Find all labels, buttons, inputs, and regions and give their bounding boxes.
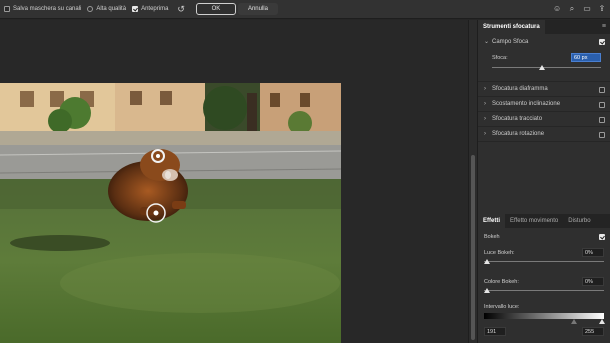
blur-item-checkbox[interactable] xyxy=(599,87,605,93)
light-range-label: Intervallo luce: xyxy=(484,304,520,310)
ok-button[interactable]: OK xyxy=(195,3,236,15)
blur-slider-thumb[interactable] xyxy=(539,65,545,70)
effects-tabbar: Effetti Effetto movimento Disturbo xyxy=(478,214,610,228)
color-bokeh-track[interactable] xyxy=(484,290,604,291)
blur-slider-track[interactable] xyxy=(492,67,601,68)
save-mask-box[interactable] xyxy=(4,6,10,12)
share-icon[interactable]: ⇪ xyxy=(598,3,606,15)
cancel-button[interactable]: Annulla xyxy=(237,3,278,15)
effects-body: Bokeh Luce Bokeh: 0% Colore Bokeh: 0% In… xyxy=(478,228,610,343)
field-blur-label: Campo Sfoca xyxy=(492,38,529,45)
chevron-right-icon[interactable]: › xyxy=(484,86,492,92)
light-bokeh-track[interactable] xyxy=(484,261,604,262)
effects-panel: Effetti Effetto movimento Disturbo Bokeh… xyxy=(477,214,610,343)
blur-amount-label: Sfoca: xyxy=(492,55,508,61)
blur-item-spin[interactable]: › Sfocatura rotazione xyxy=(478,127,610,142)
chevron-down-icon[interactable]: ⌄ xyxy=(484,38,492,45)
field-blur-checkbox[interactable] xyxy=(599,39,605,45)
high-quality-label: Alta qualità xyxy=(96,6,127,12)
light-range-low-thumb[interactable] xyxy=(571,319,577,324)
color-bokeh-thumb[interactable] xyxy=(484,288,490,293)
high-quality-checkbox[interactable]: Alta qualità xyxy=(87,6,126,12)
tab-noise[interactable]: Disturbo xyxy=(563,214,595,228)
blur-item-iris[interactable]: › Sfocatura diaframma xyxy=(478,82,610,97)
save-mask-label: Salva maschera su canali xyxy=(13,6,82,12)
blur-item-path[interactable]: › Sfocatura tracciato xyxy=(478,112,610,127)
chevron-right-icon[interactable]: › xyxy=(484,131,492,137)
save-mask-checkbox[interactable]: Salva maschera su canali xyxy=(4,6,81,12)
blur-item-checkbox[interactable] xyxy=(599,132,605,138)
blur-item-checkbox[interactable] xyxy=(599,102,605,108)
preview-checkbox[interactable]: Anteprima xyxy=(132,6,168,12)
light-bokeh-label: Luce Bokeh: xyxy=(484,250,515,256)
tab-blur-tools[interactable]: Strumenti sfocatura xyxy=(478,20,545,34)
blur-item-tilt-shift[interactable]: › Scostamento inclinazione xyxy=(478,97,610,112)
light-bokeh-input[interactable]: 0% xyxy=(582,248,604,257)
color-bokeh-input[interactable]: 0% xyxy=(582,277,604,286)
field-blur-section: ⌄ Campo Sfoca Sfoca: 60 px xyxy=(478,34,610,82)
blur-tools-panel: Strumenti sfocatura ≡ ⌄ Campo Sfoca Sfoc… xyxy=(477,20,610,218)
bokeh-label: Bokeh xyxy=(484,234,500,240)
blur-amount-input[interactable]: 60 px xyxy=(571,53,601,62)
field-blur-header[interactable]: ⌄ Campo Sfoca xyxy=(478,34,610,49)
scroll-thumb[interactable] xyxy=(471,155,475,340)
user-icon[interactable]: ☺ xyxy=(553,3,561,15)
reset-icon[interactable]: ↺ xyxy=(177,4,185,14)
blur-tools-tabbar: Strumenti sfocatura ≡ xyxy=(478,20,610,34)
dog-photo[interactable] xyxy=(0,83,341,343)
options-bar: Salva maschera su canali Alta qualità An… xyxy=(0,0,610,19)
tab-effects[interactable]: Effetti xyxy=(478,214,505,228)
workspace-icon[interactable]: ▭ xyxy=(583,3,591,15)
blur-item-label: Sfocatura tracciato xyxy=(492,116,543,122)
blur-item-label: Sfocatura rotazione xyxy=(492,131,545,137)
blur-item-label: Scostamento inclinazione xyxy=(492,101,561,107)
blur-item-checkbox[interactable] xyxy=(599,117,605,123)
search-icon[interactable]: ⌕ xyxy=(568,3,576,15)
tab-motion-effects[interactable]: Effetto movimento xyxy=(505,214,563,228)
color-bokeh-label: Colore Bokeh: xyxy=(484,279,519,285)
bokeh-checkbox[interactable] xyxy=(599,234,605,240)
photo-image xyxy=(0,83,341,343)
preview-label: Anteprima xyxy=(141,6,169,12)
high-quality-radio[interactable] xyxy=(87,6,94,12)
blur-item-label: Sfocatura diaframma xyxy=(492,86,548,92)
canvas-area[interactable] xyxy=(0,20,468,343)
chevron-right-icon[interactable]: › xyxy=(484,116,492,122)
vertical-scrollbar[interactable] xyxy=(468,20,477,343)
preview-box[interactable] xyxy=(132,6,139,12)
light-range-high-thumb[interactable] xyxy=(599,319,605,324)
light-range-low-input[interactable]: 191 xyxy=(484,327,506,336)
light-range-gradient xyxy=(484,313,604,319)
light-range-high-input[interactable]: 255 xyxy=(582,327,604,336)
light-bokeh-thumb[interactable] xyxy=(484,259,490,264)
chevron-right-icon[interactable]: › xyxy=(484,101,492,107)
panel-menu-icon[interactable]: ≡ xyxy=(602,20,610,34)
